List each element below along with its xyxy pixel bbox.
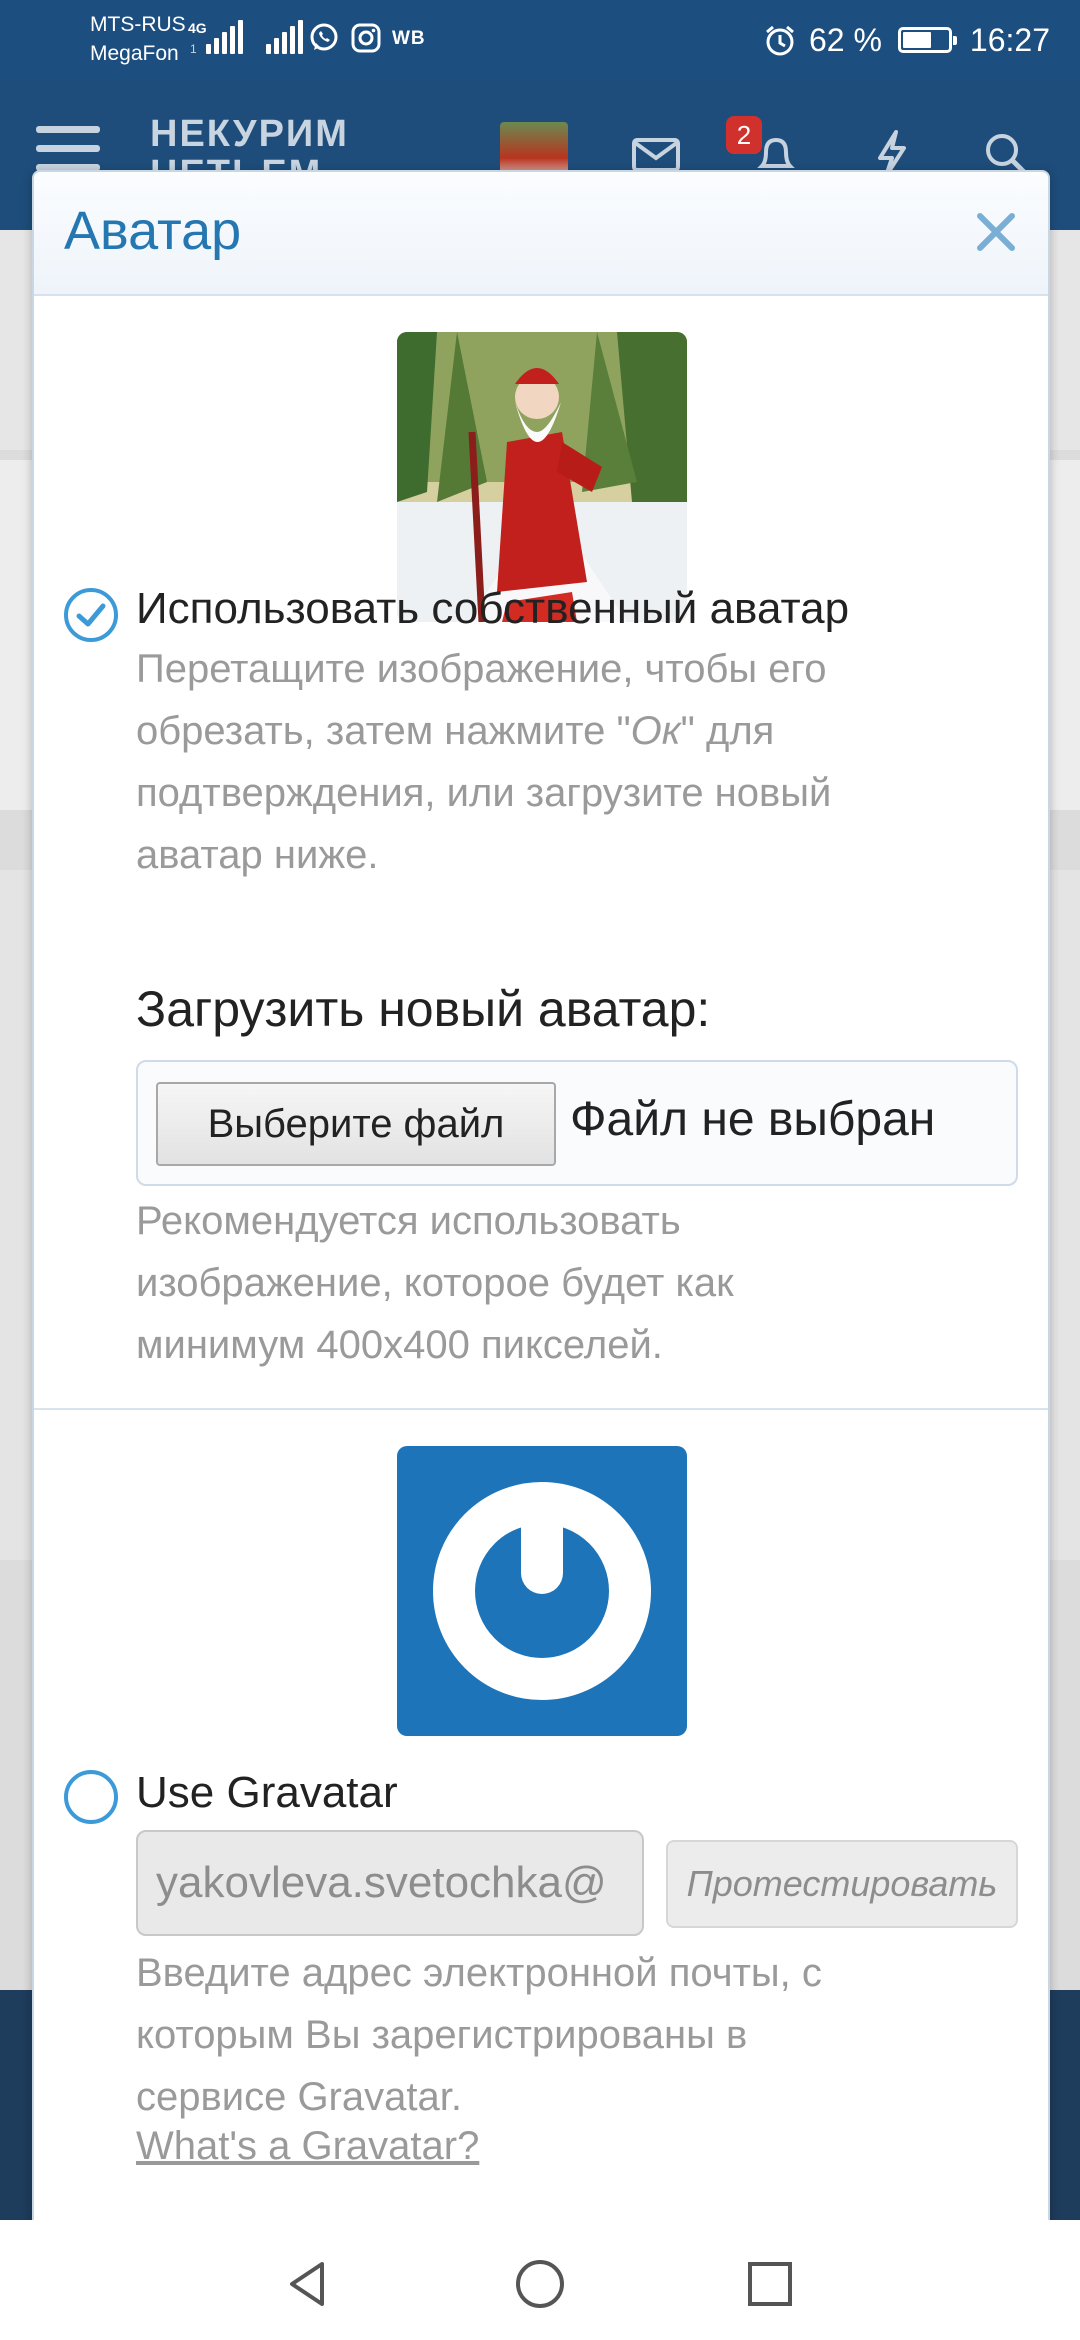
hint-line: Введите адрес электронной почты, с xyxy=(136,1951,822,1995)
system-nav-bar xyxy=(0,2220,1080,2340)
gravatar-logo xyxy=(397,1446,687,1736)
whats-gravatar-link[interactable]: What's a Gravatar? xyxy=(136,2124,479,2169)
network-type-2: 1 xyxy=(190,42,197,56)
gravatar-hint: Введите адрес электронной почты, с котор… xyxy=(136,1942,1016,2128)
battery-icon xyxy=(897,27,957,53)
gravatar-email-input[interactable] xyxy=(136,1830,644,1936)
test-gravatar-button[interactable]: Протестировать xyxy=(666,1840,1018,1928)
status-bar: MTS-RUS MegaFon 4G 1 WB 62 % 16:27 xyxy=(0,0,1080,80)
avatar-dialog: Аватар Использовать собственный аватар П… xyxy=(32,170,1050,2240)
hint-line: Рекомендуется использовать xyxy=(136,1199,681,1243)
menu-icon[interactable] xyxy=(36,126,100,172)
carrier-2: MegaFon xyxy=(90,42,179,65)
upload-hint: Рекомендуется использовать изображение, … xyxy=(136,1190,1016,1376)
clock: 16:27 xyxy=(969,21,1050,58)
check-icon xyxy=(76,603,106,627)
choose-file-button[interactable]: Выберите файл xyxy=(156,1082,556,1166)
back-icon[interactable] xyxy=(280,2256,336,2312)
hint-line: сервисе Gravatar. xyxy=(136,2075,462,2119)
signal-icon xyxy=(266,20,303,54)
signal-icon xyxy=(206,20,243,54)
carrier-info: MTS-RUS MegaFon xyxy=(90,12,186,67)
custom-avatar-hint: Перетащите изображение, чтобы его обреза… xyxy=(136,638,1016,886)
dialog-header: Аватар xyxy=(34,172,1048,296)
hint-line: аватар ниже. xyxy=(136,833,379,877)
battery-percent: 62 % xyxy=(808,21,882,58)
gravatar-icon xyxy=(433,1482,651,1700)
hint-line: минимум 400x400 пикселей. xyxy=(136,1323,663,1367)
use-gravatar-label[interactable]: Use Gravatar xyxy=(136,1768,398,1818)
use-gravatar-radio[interactable] xyxy=(64,1770,118,1824)
carrier-1: MTS-RUS xyxy=(90,13,186,36)
wb-icon: WB xyxy=(392,28,426,49)
use-custom-avatar-label[interactable]: Использовать собственный аватар xyxy=(136,584,849,634)
file-status-text: Файл не выбран xyxy=(570,1093,936,1146)
use-custom-avatar-radio[interactable] xyxy=(64,588,118,642)
hint-line: обрезать, затем нажмите " xyxy=(136,709,631,753)
hint-line: Перетащите изображение, чтобы его xyxy=(136,647,827,691)
home-icon[interactable] xyxy=(512,2256,568,2312)
upload-avatar-label: Загрузить новый аватар: xyxy=(136,981,711,1037)
section-divider xyxy=(34,1408,1048,1410)
file-upload-field[interactable]: Выберите файл Файл не выбран xyxy=(136,1060,1018,1186)
instagram-icon xyxy=(351,23,381,53)
close-icon[interactable] xyxy=(972,208,1020,256)
dialog-title: Аватар xyxy=(64,201,242,261)
logo-line-1: НЕКУРИМ xyxy=(150,113,349,155)
whatsapp-icon xyxy=(310,23,338,51)
hint-line: изображение, которое будет как xyxy=(136,1261,734,1305)
recents-icon[interactable] xyxy=(742,2256,798,2312)
hint-line: которым Вы зарегистрированы в xyxy=(136,2013,748,2057)
notification-badge: 2 xyxy=(726,116,762,154)
avatar-preview-image[interactable] xyxy=(397,332,687,622)
network-type: 4G xyxy=(188,20,207,36)
hint-line: " для xyxy=(680,709,775,753)
hint-line: подтверждения, или загрузите новый xyxy=(136,771,832,815)
alarm-icon xyxy=(766,25,794,56)
hint-ok-word: Ок xyxy=(630,709,681,753)
